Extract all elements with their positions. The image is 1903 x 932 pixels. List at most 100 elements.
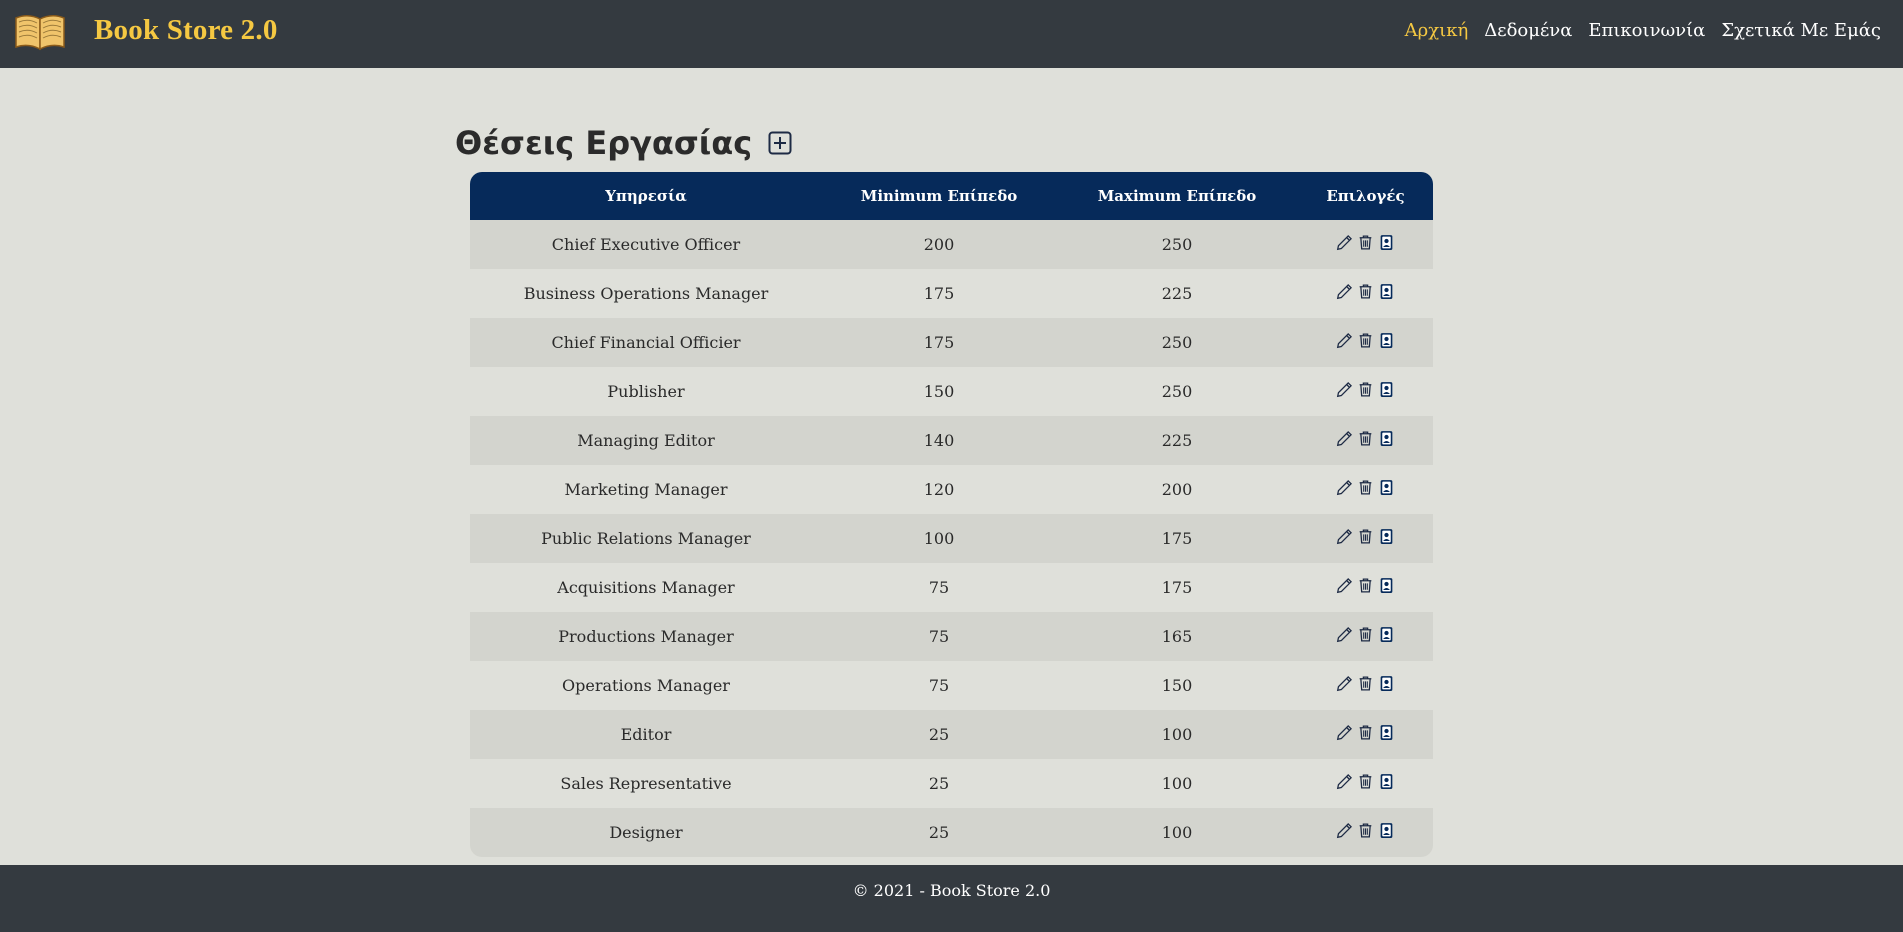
row-actions <box>1336 430 1395 447</box>
pencil-icon[interactable] <box>1336 332 1353 349</box>
pencil-icon[interactable] <box>1336 528 1353 545</box>
cell-max-level: 175 <box>1056 514 1298 563</box>
cell-service: Editor <box>470 710 822 759</box>
page-header: Θέσεις Εργασίας <box>455 124 792 162</box>
cell-max-level: 225 <box>1056 416 1298 465</box>
person-badge-icon[interactable] <box>1378 234 1395 251</box>
cell-max-level: 100 <box>1056 710 1298 759</box>
open-book-icon[interactable] <box>14 12 66 52</box>
cell-options <box>1298 465 1433 514</box>
nav-link-about[interactable]: Σχετικά Με Εμάς <box>1721 20 1881 41</box>
table-row: Publisher 150 250 <box>470 367 1433 416</box>
trash-icon[interactable] <box>1357 430 1374 447</box>
col-header-service: Υπηρεσία <box>470 172 822 220</box>
row-actions <box>1336 626 1395 643</box>
cell-options <box>1298 661 1433 710</box>
table-row: Public Relations Manager 100 175 <box>470 514 1433 563</box>
person-badge-icon[interactable] <box>1378 332 1395 349</box>
cell-service: Marketing Manager <box>470 465 822 514</box>
pencil-icon[interactable] <box>1336 283 1353 300</box>
trash-icon[interactable] <box>1357 283 1374 300</box>
nav-link-contact[interactable]: Επικοινωνία <box>1588 20 1705 41</box>
cell-service: Operations Manager <box>470 661 822 710</box>
table-row: Managing Editor 140 225 <box>470 416 1433 465</box>
table-row: Business Operations Manager 175 225 <box>470 269 1433 318</box>
row-actions <box>1336 332 1395 349</box>
pencil-icon[interactable] <box>1336 479 1353 496</box>
cell-service: Designer <box>470 808 822 857</box>
cell-options <box>1298 808 1433 857</box>
row-actions <box>1336 381 1395 398</box>
cell-options <box>1298 710 1433 759</box>
pencil-icon[interactable] <box>1336 626 1353 643</box>
cell-max-level: 250 <box>1056 367 1298 416</box>
person-badge-icon[interactable] <box>1378 626 1395 643</box>
cell-service: Public Relations Manager <box>470 514 822 563</box>
pencil-icon[interactable] <box>1336 773 1353 790</box>
cell-max-level: 225 <box>1056 269 1298 318</box>
trash-icon[interactable] <box>1357 626 1374 643</box>
positions-table: Υπηρεσία Minimum Επίπεδο Maximum Επίπεδο… <box>470 172 1433 857</box>
cell-service: Productions Manager <box>470 612 822 661</box>
trash-icon[interactable] <box>1357 381 1374 398</box>
pencil-icon[interactable] <box>1336 234 1353 251</box>
trash-icon[interactable] <box>1357 822 1374 839</box>
trash-icon[interactable] <box>1357 773 1374 790</box>
trash-icon[interactable] <box>1357 675 1374 692</box>
cell-min-level: 100 <box>822 514 1056 563</box>
trash-icon[interactable] <box>1357 528 1374 545</box>
trash-icon[interactable] <box>1357 234 1374 251</box>
nav-link-home[interactable]: Αρχική <box>1405 20 1469 41</box>
brand-name[interactable]: Book Store 2.0 <box>94 14 278 47</box>
cell-service: Business Operations Manager <box>470 269 822 318</box>
cell-options <box>1298 318 1433 367</box>
person-badge-icon[interactable] <box>1378 577 1395 594</box>
cell-max-level: 150 <box>1056 661 1298 710</box>
cell-service: Acquisitions Manager <box>470 563 822 612</box>
cell-min-level: 175 <box>822 318 1056 367</box>
cell-service: Managing Editor <box>470 416 822 465</box>
trash-icon[interactable] <box>1357 577 1374 594</box>
row-actions <box>1336 479 1395 496</box>
cell-max-level: 100 <box>1056 759 1298 808</box>
pencil-icon[interactable] <box>1336 577 1353 594</box>
cell-max-level: 250 <box>1056 220 1298 269</box>
person-badge-icon[interactable] <box>1378 724 1395 741</box>
table-row: Editor 25 100 <box>470 710 1433 759</box>
cell-options <box>1298 220 1433 269</box>
pencil-icon[interactable] <box>1336 381 1353 398</box>
pencil-icon[interactable] <box>1336 724 1353 741</box>
pencil-icon[interactable] <box>1336 822 1353 839</box>
cell-service: Chief Executive Officer <box>470 220 822 269</box>
person-badge-icon[interactable] <box>1378 822 1395 839</box>
row-actions <box>1336 773 1395 790</box>
plus-square-icon[interactable] <box>768 131 792 155</box>
person-badge-icon[interactable] <box>1378 528 1395 545</box>
cell-max-level: 165 <box>1056 612 1298 661</box>
person-badge-icon[interactable] <box>1378 675 1395 692</box>
footer-text: © 2021 - Book Store 2.0 <box>852 881 1051 900</box>
table-row: Designer 25 100 <box>470 808 1433 857</box>
cell-min-level: 25 <box>822 808 1056 857</box>
pencil-icon[interactable] <box>1336 430 1353 447</box>
cell-max-level: 250 <box>1056 318 1298 367</box>
cell-options <box>1298 367 1433 416</box>
person-badge-icon[interactable] <box>1378 283 1395 300</box>
trash-icon[interactable] <box>1357 332 1374 349</box>
trash-icon[interactable] <box>1357 479 1374 496</box>
row-actions <box>1336 822 1395 839</box>
person-badge-icon[interactable] <box>1378 479 1395 496</box>
row-actions <box>1336 724 1395 741</box>
footer: © 2021 - Book Store 2.0 <box>0 865 1903 932</box>
nav-link-data[interactable]: Δεδομένα <box>1484 20 1572 41</box>
col-header-max-level: Maximum Επίπεδο <box>1056 172 1298 220</box>
cell-options <box>1298 269 1433 318</box>
row-actions <box>1336 577 1395 594</box>
person-badge-icon[interactable] <box>1378 430 1395 447</box>
pencil-icon[interactable] <box>1336 675 1353 692</box>
cell-options <box>1298 416 1433 465</box>
trash-icon[interactable] <box>1357 724 1374 741</box>
cell-options <box>1298 514 1433 563</box>
person-badge-icon[interactable] <box>1378 773 1395 790</box>
person-badge-icon[interactable] <box>1378 381 1395 398</box>
